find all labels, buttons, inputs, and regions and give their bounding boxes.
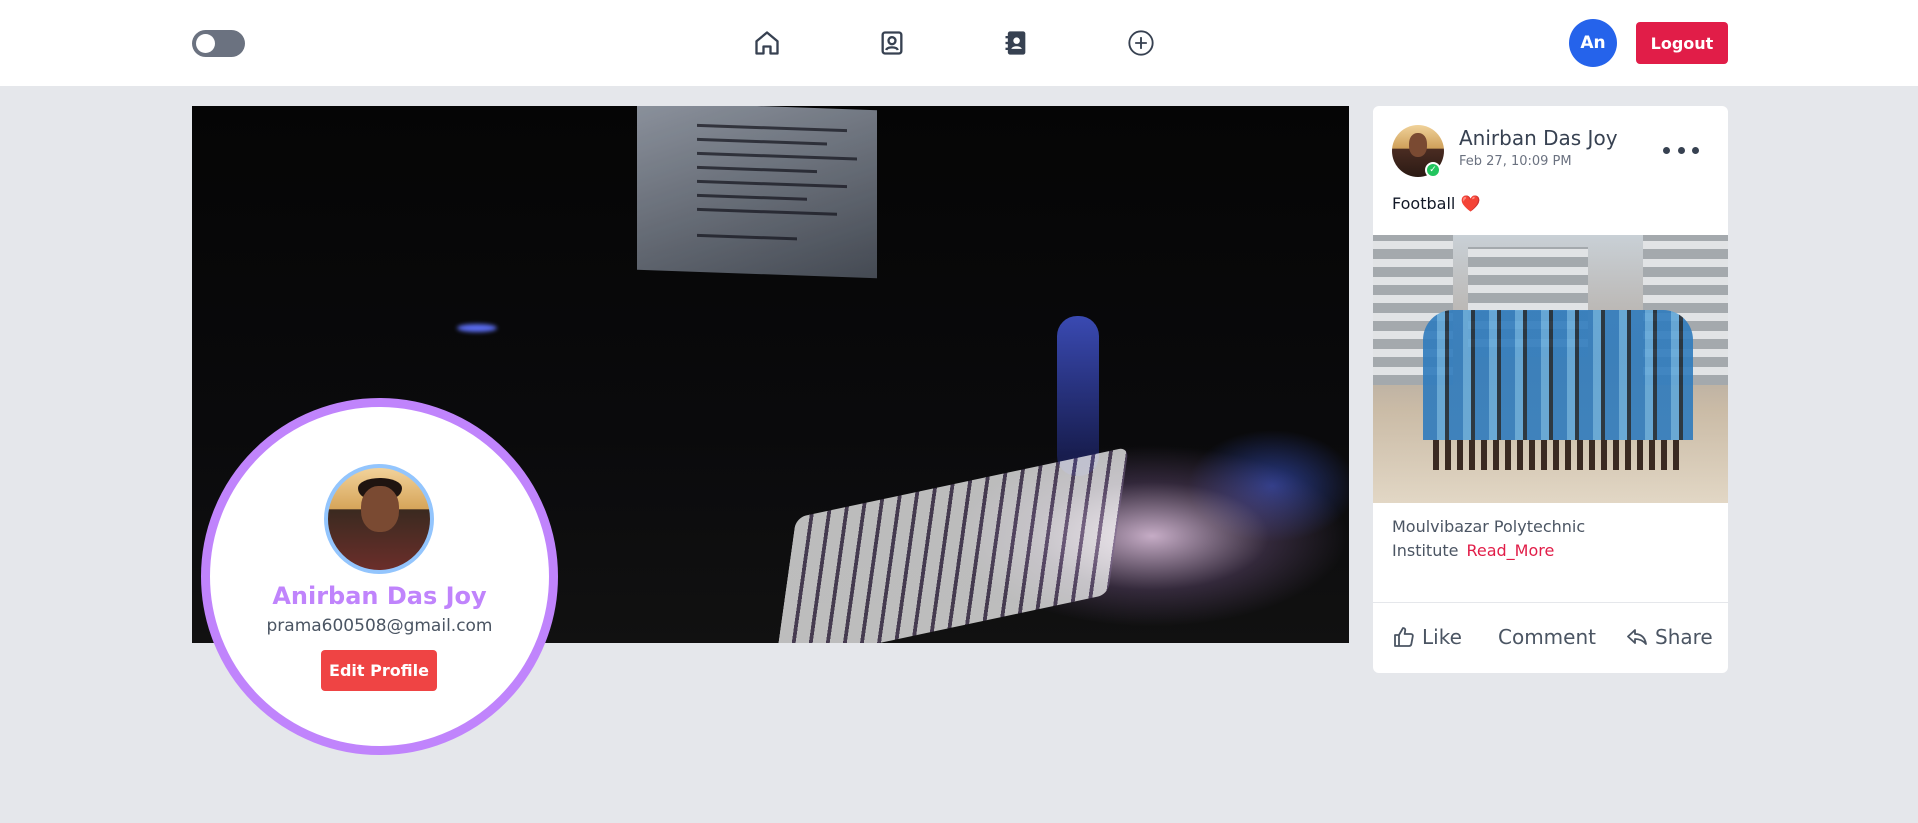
comment-label: Comment (1498, 625, 1596, 649)
post-image[interactable] (1373, 235, 1728, 503)
logout-button[interactable]: Logout (1636, 22, 1728, 64)
post-caption: Football (1392, 194, 1456, 213)
read-more-link[interactable]: Read_More (1466, 541, 1554, 560)
post-author-name[interactable]: Anirban Das Joy (1459, 126, 1618, 150)
post-card: ✓ Anirban Das Joy Feb 27, 10:09 PM Footb… (1373, 106, 1728, 673)
like-button[interactable]: Like (1392, 622, 1462, 652)
comment-button[interactable]: Comment (1498, 622, 1596, 652)
post-text: Football ❤️ (1392, 194, 1480, 213)
contacts-book-icon[interactable] (1001, 28, 1031, 58)
edit-profile-button[interactable]: Edit Profile (321, 650, 437, 691)
toggle-knob (196, 34, 215, 53)
share-button[interactable]: Share (1625, 622, 1713, 652)
heart-emoji: ❤️ (1460, 194, 1481, 213)
cover-bottle (1057, 316, 1099, 476)
share-label: Share (1655, 625, 1713, 649)
thumbs-up-icon (1394, 627, 1414, 647)
profile-email: prama600508@gmail.com (266, 616, 493, 636)
profile-card (201, 398, 558, 755)
divider (1373, 602, 1728, 603)
post-timestamp: Feb 27, 10:09 PM (1459, 154, 1572, 169)
cover-glow (457, 324, 497, 332)
profile-avatar (324, 464, 434, 574)
user-avatar-button[interactable]: An (1569, 19, 1617, 67)
post-description: Moulvibazar Polytechnic Institute Read_Mo… (1392, 515, 1592, 563)
theme-toggle[interactable] (192, 30, 245, 57)
home-icon[interactable] (752, 28, 782, 58)
like-label: Like (1422, 625, 1462, 649)
profile-card-icon[interactable] (877, 28, 907, 58)
profile-name: Anirban Das Joy (272, 582, 487, 610)
navbar: An Logout (0, 0, 1918, 86)
add-circle-icon[interactable] (1126, 28, 1156, 58)
share-arrow-icon (1627, 629, 1647, 645)
verified-check-icon: ✓ (1425, 162, 1441, 178)
cover-monitor (637, 106, 877, 279)
more-options-icon[interactable] (1663, 138, 1699, 162)
cover-keyboard (775, 446, 1129, 643)
